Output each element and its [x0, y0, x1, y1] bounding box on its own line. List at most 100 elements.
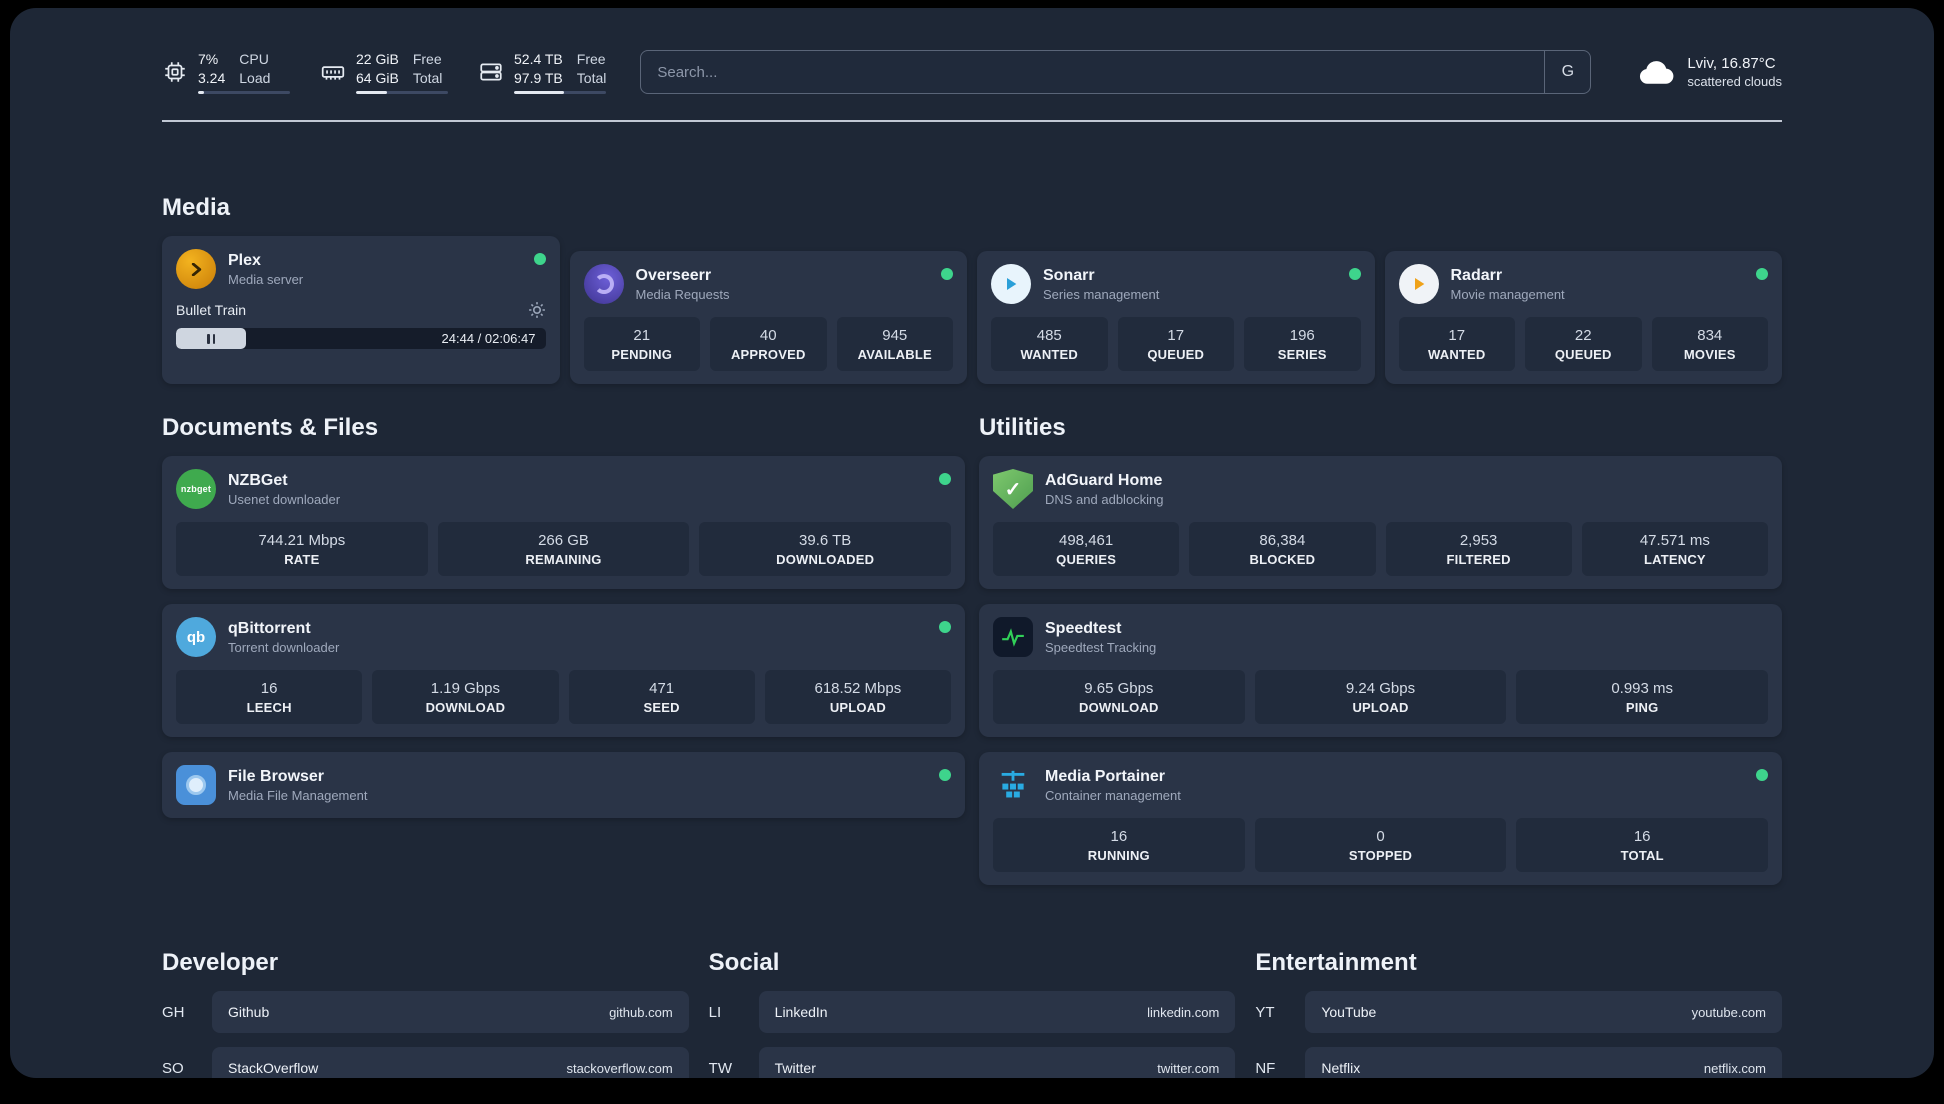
- bookmark-abbr: YT: [1255, 1003, 1275, 1021]
- bookmark-netflix[interactable]: NF Netflix netflix.com: [1255, 1047, 1782, 1078]
- stat-tile: 16 RUNNING: [993, 818, 1245, 872]
- stat-tile: 17 WANTED: [1398, 317, 1515, 371]
- weather-widget: Lviv, 16.87°C scattered clouds: [1637, 55, 1782, 89]
- disk-total: 97.9 TB: [514, 69, 563, 86]
- stat-tile: 498,461 QUERIES: [993, 522, 1180, 576]
- stat-tile: 86,384 BLOCKED: [1189, 522, 1376, 576]
- now-playing-widget: Bullet Train 24:44 / 02:06:47: [176, 301, 546, 349]
- cpu-load: 3.24: [198, 69, 226, 86]
- service-name: File Browser: [228, 767, 325, 785]
- stat-tile: 9.65 Gbps DOWNLOAD: [993, 670, 1245, 724]
- stat-tile: 22 QUEUED: [1525, 317, 1642, 371]
- pause-icon[interactable]: [207, 333, 216, 344]
- service-name: AdGuard Home: [1045, 471, 1163, 489]
- section-title-social: Social: [708, 949, 780, 976]
- speedtest-icon: [993, 617, 1033, 657]
- ram-widget: 22 GiB 64 GiB Free Total: [320, 50, 448, 94]
- bookmark-abbr: SO: [162, 1059, 184, 1077]
- topbar-divider: [162, 120, 1782, 122]
- bookmark-group-entertainment: Entertainment YT YouTube youtube.com NF …: [1255, 949, 1782, 1078]
- status-dot: [1756, 769, 1768, 781]
- service-description: Media Requests: [635, 286, 730, 302]
- system-metrics: 7% 3.24 CPU Load 22 GiB 64 GiB Free Tota…: [162, 50, 607, 94]
- status-dot: [1348, 268, 1361, 280]
- stat-tile: 40 APPROVED: [710, 317, 827, 371]
- bookmark-stackoverflow[interactable]: SO StackOverflow stackoverflow.com: [162, 1047, 689, 1078]
- bookmark-abbr: LI: [708, 1003, 722, 1021]
- plex-icon: [176, 249, 216, 289]
- stat-tile: 0 STOPPED: [1254, 818, 1507, 872]
- service-card-sonarr[interactable]: Sonarr Series management 485 WANTED 17 Q…: [977, 251, 1375, 384]
- section-title-documents: Documents & Files: [162, 414, 379, 441]
- search-bar: G: [640, 50, 1592, 94]
- status-dot: [533, 253, 546, 265]
- section-media: Media Plex Media server Bullet Train 24:…: [162, 194, 1782, 384]
- service-card-qbittorrent[interactable]: qb qBittorrent Torrent downloader 16 LEE…: [162, 604, 965, 737]
- bookmark-abbr: NF: [1255, 1059, 1276, 1077]
- cpu-usage-bar: [198, 90, 290, 94]
- qbittorrent-icon: qb: [176, 617, 216, 657]
- service-name: Plex: [228, 251, 261, 269]
- stat-tile: 39.6 TB DOWNLOADED: [699, 522, 952, 576]
- nzbget-icon: nzbget: [176, 469, 216, 509]
- stat-tile: 618.52 Mbps UPLOAD: [764, 670, 951, 724]
- service-name: Radarr: [1450, 266, 1503, 284]
- service-name: NZBGet: [228, 471, 288, 489]
- playback-time: 24:44 / 02:06:47: [441, 331, 536, 346]
- search-input[interactable]: [640, 50, 1592, 94]
- stat-tile: 0.993 ms PING: [1516, 670, 1769, 724]
- service-card-speedtest[interactable]: Speedtest Speedtest Tracking 9.65 Gbps D…: [979, 604, 1782, 737]
- service-description: Movie management: [1450, 286, 1565, 302]
- service-name: Overseerr: [635, 266, 712, 284]
- section-utilities: Utilities ✓ AdGuard Home DNS and adblock…: [979, 414, 1782, 885]
- overseerr-icon: [583, 264, 624, 304]
- stat-tile: 266 GB REMAINING: [437, 522, 690, 576]
- service-description: Speedtest Tracking: [1045, 639, 1157, 655]
- disk-icon: [480, 63, 502, 81]
- top-bar: 7% 3.24 CPU Load 22 GiB 64 GiB Free Tota…: [162, 50, 1782, 94]
- cpu-widget: 7% 3.24 CPU Load: [162, 50, 290, 94]
- service-description: Media server: [228, 271, 304, 287]
- search-engine-button[interactable]: G: [1544, 51, 1590, 93]
- bookmark-linkedin[interactable]: LI LinkedIn linkedin.com: [709, 991, 1236, 1033]
- disk-free: 52.4 TB: [514, 51, 563, 68]
- service-description: DNS and adblocking: [1045, 491, 1164, 507]
- section-title-developer: Developer: [162, 949, 279, 976]
- bookmark-youtube[interactable]: YT YouTube youtube.com: [1255, 991, 1782, 1033]
- stat-tile: 21 PENDING: [583, 317, 700, 371]
- service-card-adguard[interactable]: ✓ AdGuard Home DNS and adblocking 498,46…: [979, 456, 1782, 589]
- service-card-radarr[interactable]: Radarr Movie management 17 WANTED 22 QUE…: [1384, 251, 1782, 384]
- gear-icon[interactable]: [528, 301, 546, 319]
- radarr-icon: [1398, 264, 1439, 304]
- stat-tile: 485 WANTED: [991, 317, 1108, 371]
- service-description: Series management: [1043, 286, 1160, 302]
- service-description: Torrent downloader: [228, 639, 340, 655]
- bookmark-abbr: TW: [708, 1059, 732, 1077]
- stat-tile: 196 SERIES: [1244, 317, 1361, 371]
- service-description: Media File Management: [228, 787, 368, 803]
- service-card-plex[interactable]: Plex Media server Bullet Train 24:44 / 0…: [162, 236, 560, 384]
- ram-usage-bar: [356, 90, 448, 94]
- bookmark-group-developer: Developer GH Github github.com SO StackO…: [162, 949, 689, 1078]
- filebrowser-icon: [176, 765, 216, 805]
- weather-location: Lviv, 16.87°C: [1687, 55, 1776, 72]
- cpu-percent: 7%: [198, 51, 219, 68]
- bookmark-twitter[interactable]: TW Twitter twitter.com: [709, 1047, 1236, 1078]
- bookmark-github[interactable]: GH Github github.com: [162, 991, 689, 1033]
- service-card-filebrowser[interactable]: File Browser Media File Management: [162, 752, 965, 818]
- stat-tile: 16 LEECH: [176, 670, 363, 724]
- service-card-portainer[interactable]: Media Portainer Container management 16 …: [979, 752, 1782, 885]
- sonarr-icon: [991, 264, 1031, 304]
- service-card-overseerr[interactable]: Overseerr Media Requests 21 PENDING 40 A…: [569, 251, 967, 384]
- status-dot: [939, 621, 951, 633]
- weather-condition: scattered clouds: [1687, 74, 1782, 89]
- disk-usage-bar: [514, 90, 607, 94]
- service-name: Media Portainer: [1045, 767, 1166, 785]
- stat-tile: 744.21 Mbps RATE: [176, 522, 428, 576]
- cloud-icon: [1640, 61, 1674, 84]
- playback-progress-bar[interactable]: 24:44 / 02:06:47: [176, 328, 546, 349]
- status-dot: [939, 769, 951, 781]
- service-card-nzbget[interactable]: nzbget NZBGet Usenet downloader 744.21 M…: [162, 456, 965, 589]
- stat-tile: 9.24 Gbps UPLOAD: [1254, 670, 1507, 724]
- service-description: Container management: [1045, 787, 1181, 803]
